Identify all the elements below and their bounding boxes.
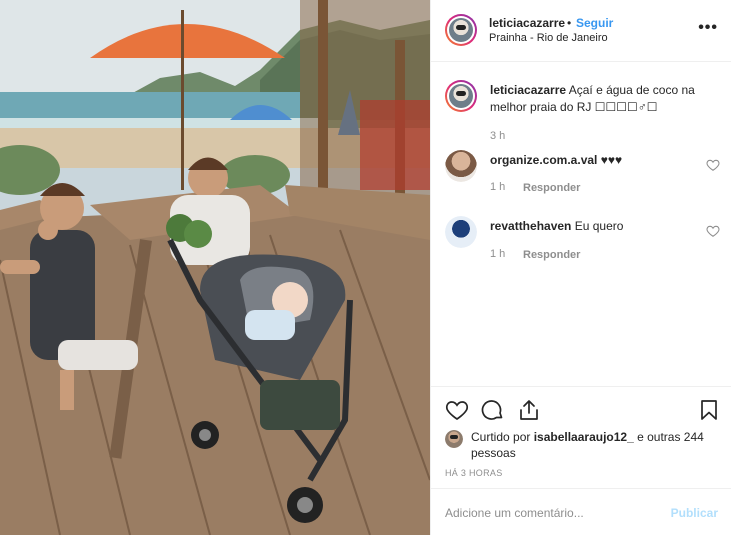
share-icon[interactable] [517, 398, 541, 422]
comment-input[interactable] [445, 503, 665, 523]
avatar-image [449, 84, 473, 108]
avatar-image [445, 430, 463, 448]
publish-button[interactable]: Publicar [671, 506, 718, 520]
comment-text-block: revatthehaven Eu quero [490, 218, 715, 235]
author-username[interactable]: leticiacazarre [489, 16, 565, 30]
comment-item: organize.com.a.val ♥♥♥ 1 h Responder [445, 150, 720, 210]
post-actions: Curtido por isabellaaraujo12_ e outras 2… [431, 386, 731, 488]
more-options-icon[interactable]: ••• [698, 20, 718, 36]
liker-username[interactable]: isabellaaraujo12_ [534, 430, 634, 444]
header-separator: • [567, 16, 572, 30]
beach-photo-illustration [0, 0, 430, 535]
heart-icon[interactable] [445, 398, 469, 422]
bookmark-icon[interactable] [697, 398, 721, 422]
avatar-image [445, 216, 477, 248]
caption-time[interactable]: 3 h [490, 130, 505, 142]
avatar-image [445, 150, 477, 182]
location-link[interactable]: Prainha - Rio de Janeiro [489, 32, 608, 44]
add-comment-bar: Publicar [431, 488, 731, 535]
post-photo[interactable] [0, 0, 430, 535]
follow-button[interactable]: Seguir [576, 16, 613, 30]
comment-username[interactable]: revatthehaven [490, 219, 571, 233]
comment-time[interactable]: 1 h [490, 248, 505, 260]
comment-like-heart-icon[interactable] [706, 224, 720, 238]
comment-icon[interactable] [481, 398, 505, 422]
comment-text-block: organize.com.a.val ♥♥♥ [490, 152, 715, 169]
likes-text[interactable]: Curtido por isabellaaraujo12_ e outras 2… [471, 429, 711, 461]
reply-button[interactable]: Responder [523, 182, 580, 194]
caption-text-block: leticiacazarre Açaí e água de coco na me… [490, 82, 715, 116]
liker-avatar[interactable] [445, 430, 463, 448]
caption: leticiacazarre Açaí e água de coco na me… [445, 80, 720, 150]
comments-section[interactable]: leticiacazarre Açaí e água de coco na me… [431, 62, 731, 386]
likes-prefix: Curtido por [471, 430, 534, 444]
post-side-panel: leticiacazarre • Seguir Prainha - Rio de… [430, 0, 731, 535]
avatar-image [449, 18, 473, 42]
caption-avatar[interactable] [445, 80, 477, 112]
comment-text: ♥♥♥ [597, 153, 623, 167]
post-header: leticiacazarre • Seguir Prainha - Rio de… [431, 0, 731, 62]
commenter-avatar[interactable] [445, 150, 477, 182]
post-timestamp[interactable]: HÁ 3 HORAS [445, 468, 503, 478]
comment-username[interactable]: organize.com.a.val [490, 153, 597, 167]
comment-like-heart-icon[interactable] [706, 158, 720, 172]
commenter-avatar[interactable] [445, 216, 477, 248]
comment-time[interactable]: 1 h [490, 181, 505, 193]
reply-button[interactable]: Responder [523, 249, 580, 261]
caption-username[interactable]: leticiacazarre [490, 83, 566, 97]
author-avatar[interactable] [445, 14, 477, 46]
comment-text: Eu quero [571, 219, 624, 233]
comment-item: revatthehaven Eu quero 1 h Responder [445, 216, 720, 276]
